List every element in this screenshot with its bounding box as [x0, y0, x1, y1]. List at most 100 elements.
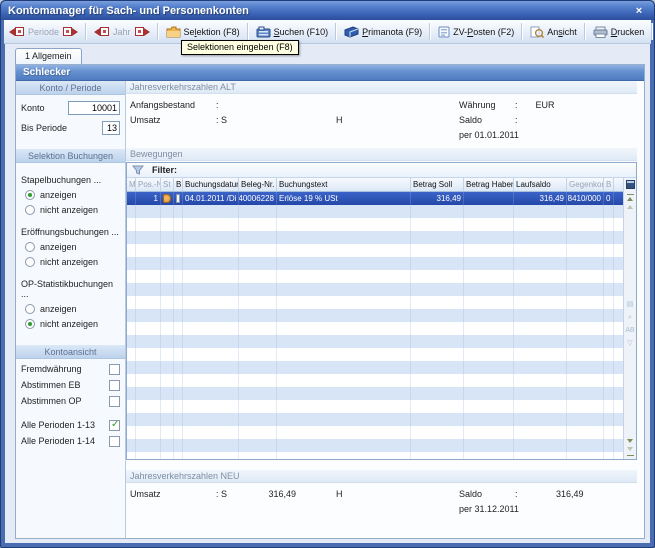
column-header-pos[interactable]: Pos.-Nr: [136, 178, 161, 191]
cell-beleg: [239, 218, 277, 231]
scroll-down-icon[interactable]: [627, 439, 633, 443]
column-header-b[interactable]: B: [174, 178, 183, 191]
scroll-up-icon[interactable]: [627, 197, 633, 201]
radio-button[interactable]: [25, 304, 35, 314]
zv-posten-button[interactable]: ZV-Posten (F2): [433, 20, 519, 43]
radio-option-label: anzeigen: [40, 304, 77, 314]
cell-b2: [604, 322, 614, 335]
column-chooser-icon[interactable]: [626, 180, 635, 189]
radio-button[interactable]: [25, 257, 35, 267]
checkbox-row-2[interactable]: Abstimmen OP: [16, 395, 125, 407]
radio-option-2-1[interactable]: nicht anzeigen: [16, 319, 125, 329]
cell-m: [127, 322, 136, 335]
cell-text: [277, 205, 411, 218]
radio-option-1-1[interactable]: nicht anzeigen: [16, 257, 125, 267]
close-button[interactable]: ×: [631, 5, 647, 17]
cell-datum: [183, 218, 239, 231]
checkbox-row-1[interactable]: Abstimmen EB: [16, 379, 125, 391]
scroll-page-up-icon[interactable]: [627, 205, 633, 209]
stapel-hand-icon: [163, 194, 171, 203]
filter-label: Filter:: [152, 165, 177, 175]
jahr-prev-button[interactable]: [94, 27, 109, 36]
column-header-haben[interactable]: Betrag Haben: [464, 178, 514, 191]
konto-label: Konto: [21, 103, 68, 113]
cell-b2: [604, 426, 614, 439]
primanota-button[interactable]: Primanota (F9): [339, 20, 427, 43]
cell-b2: [604, 270, 614, 283]
column-header-m[interactable]: M: [127, 178, 136, 191]
checkbox[interactable]: [109, 396, 120, 407]
column-header-beleg[interactable]: Beleg-Nr.: [239, 178, 277, 191]
cell-b: [174, 452, 183, 459]
grid-search-icon[interactable]: ⌕: [628, 313, 632, 322]
cell-soll: [411, 426, 464, 439]
jvz-neu-block: Umsatz : S 316,49 H Saldo :: [126, 483, 637, 522]
cell-st: [161, 257, 174, 270]
periode-prev-button[interactable]: [9, 27, 24, 36]
cell-st: [161, 335, 174, 348]
booking-row[interactable]: 104.01.2011 /Di40006228Erlöse 19 % USt31…: [127, 192, 623, 205]
radio-button-selected[interactable]: [25, 319, 35, 329]
cell-datum: [183, 231, 239, 244]
grid-layout-icon[interactable]: ▤: [627, 300, 634, 309]
grid-scrollbar[interactable]: ▤ ⌕ AB ▽: [623, 178, 636, 459]
beleg-note-icon: [176, 194, 180, 203]
scroll-top-icon[interactable]: [627, 194, 634, 195]
checkbox-row-3[interactable]: Alle Perioden 1-13: [16, 419, 125, 431]
checkbox-checked[interactable]: [109, 420, 120, 431]
bis-periode-input[interactable]: [102, 121, 120, 135]
cell-pos: [136, 374, 161, 387]
jahr-next-button[interactable]: [135, 27, 150, 36]
drucken-printer-icon: [593, 26, 608, 38]
filter-icon[interactable]: [132, 165, 144, 175]
jahr-next-arrow-icon: [144, 28, 150, 36]
toolbar-separator: [651, 23, 653, 40]
periode-next-button[interactable]: [63, 27, 78, 36]
primanota-button-label: Primanota (F9): [362, 27, 422, 37]
neu-per-date: per 31.12.2011: [459, 504, 519, 514]
column-header-st[interactable]: St: [161, 178, 174, 191]
column-header-soll[interactable]: Betrag Soll: [411, 178, 464, 191]
cell-b2: [604, 257, 614, 270]
scroll-page-down-icon[interactable]: [627, 447, 633, 451]
column-header-b2[interactable]: B: [604, 178, 614, 191]
checkbox[interactable]: [109, 364, 120, 375]
radio-option-label: anzeigen: [40, 190, 77, 200]
checkbox-row-4[interactable]: Alle Perioden 1-14: [16, 435, 125, 447]
radio-button[interactable]: [25, 242, 35, 252]
cell-b: [174, 322, 183, 335]
radio-option-0-0[interactable]: anzeigen: [16, 190, 125, 200]
cell-st: [161, 413, 174, 426]
column-header-laufsaldo[interactable]: Laufsaldo: [514, 178, 567, 191]
cell-pos: [136, 348, 161, 361]
column-header-datum[interactable]: Buchungsdatum: [183, 178, 239, 191]
grid-sort-icon[interactable]: AB: [625, 326, 634, 335]
bewegungen-grid: Filter: MPos.-NrStBBuchungsdatumBeleg-Nr…: [126, 162, 637, 460]
radio-option-2-0[interactable]: anzeigen: [16, 304, 125, 314]
cell-m: [127, 192, 136, 205]
cell-b: [174, 426, 183, 439]
checkbox[interactable]: [109, 380, 120, 391]
cell-datum: [183, 257, 239, 270]
cell-gegenkonto: [567, 270, 604, 283]
cell-text: [277, 452, 411, 459]
konto-input[interactable]: [68, 101, 120, 115]
cell-pos: [136, 218, 161, 231]
ansicht-button[interactable]: Ansicht: [525, 20, 582, 43]
cell-b: [174, 244, 183, 257]
checkbox-row-0[interactable]: Fremdwährung: [16, 363, 125, 375]
radio-button-selected[interactable]: [25, 190, 35, 200]
radio-option-1-0[interactable]: anzeigen: [16, 242, 125, 252]
kontoansicht-checkboxes: Fremdwährung Abstimmen EB Abstimmen OP Alle…: [16, 363, 125, 447]
cell-pos: [136, 283, 161, 296]
radio-button[interactable]: [25, 205, 35, 215]
cell-pos: [136, 452, 161, 459]
grid-filter-funnel-icon[interactable]: ▽: [627, 339, 632, 348]
scroll-bottom-icon[interactable]: [627, 455, 634, 456]
drucken-button[interactable]: Drucken: [588, 20, 650, 43]
tab-allgemein[interactable]: 1 Allgemein: [15, 48, 82, 64]
column-header-text[interactable]: Buchungstext: [277, 178, 411, 191]
radio-option-0-1[interactable]: nicht anzeigen: [16, 205, 125, 215]
checkbox[interactable]: [109, 436, 120, 447]
column-header-gegenkonto[interactable]: Gegenkonto: [567, 178, 604, 191]
